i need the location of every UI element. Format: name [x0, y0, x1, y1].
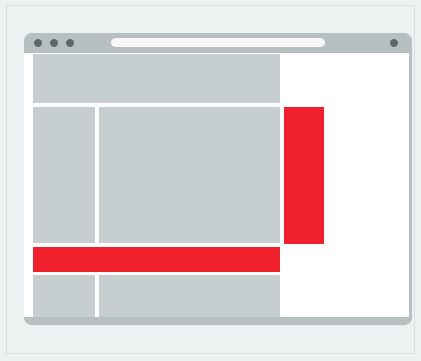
left-panel-placeholder-block	[33, 107, 95, 243]
browser-right-border	[409, 53, 412, 325]
page-viewport	[24, 53, 409, 325]
highlight-bar[interactable]	[33, 247, 280, 272]
minimize-dot-icon[interactable]	[50, 39, 58, 47]
browser-bottom-border	[24, 317, 412, 325]
browser-window	[24, 33, 412, 325]
maximize-dot-icon[interactable]	[66, 39, 74, 47]
close-dot-icon[interactable]	[34, 39, 42, 47]
header-placeholder-block	[33, 54, 280, 103]
address-bar[interactable]	[111, 38, 325, 47]
highlight-sidebar[interactable]	[284, 107, 324, 244]
main-panel-placeholder-block	[99, 107, 280, 243]
browser-toolbar	[24, 33, 412, 53]
left-margin	[24, 53, 33, 325]
menu-dot-icon[interactable]	[390, 39, 398, 47]
